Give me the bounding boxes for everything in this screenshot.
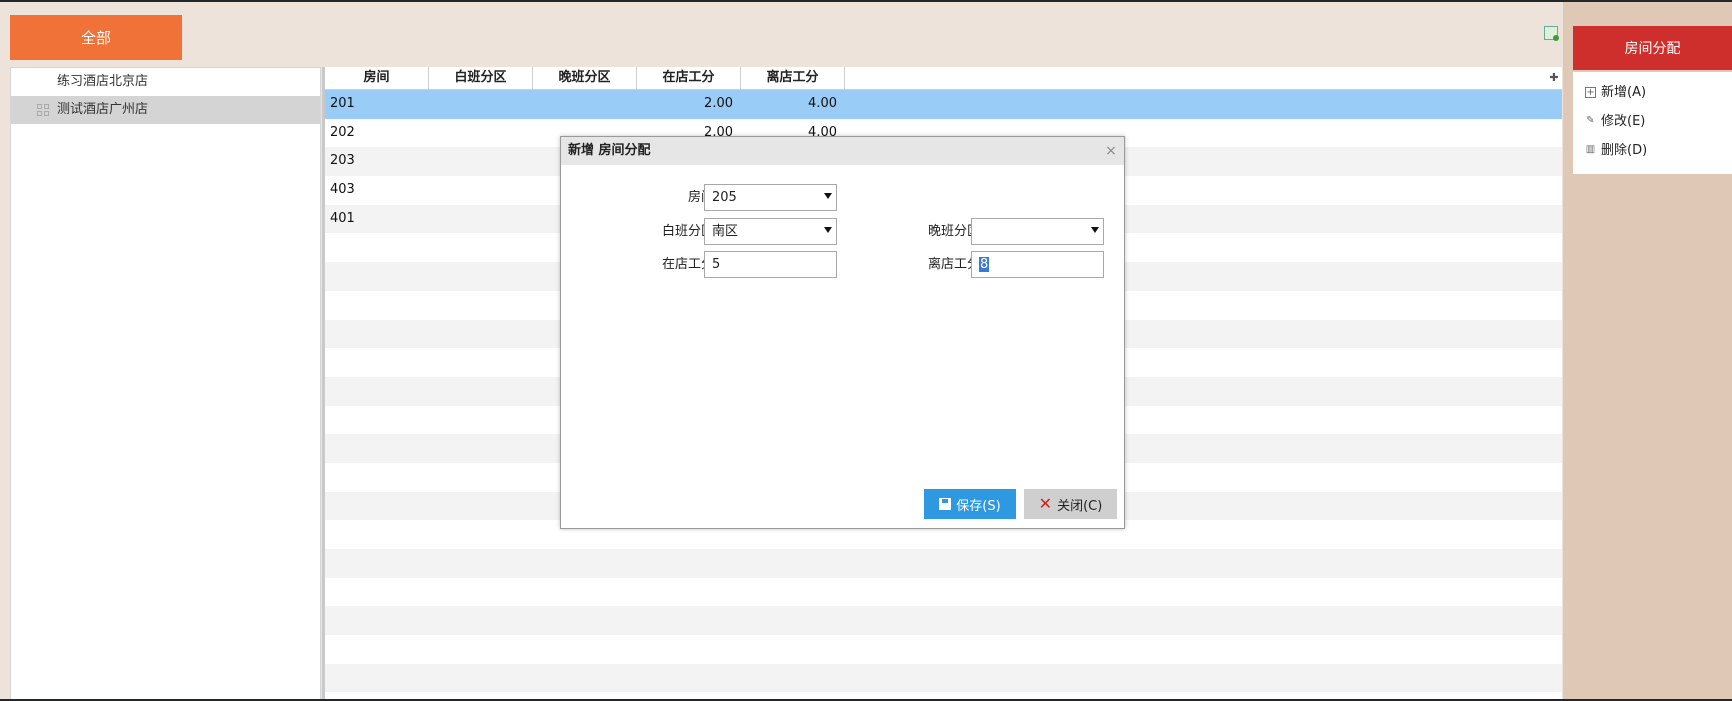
cell-room: 401 bbox=[330, 210, 355, 226]
trash-icon: ▥ bbox=[1585, 144, 1596, 155]
night-zone-select[interactable] bbox=[971, 218, 1104, 245]
close-x-icon: ✕ bbox=[1038, 494, 1053, 513]
col-header-in-score[interactable]: 在店工分 bbox=[637, 67, 741, 90]
menu-item-edit[interactable]: ✎ 修改(E) bbox=[1573, 107, 1732, 136]
cell-room: 203 bbox=[330, 153, 355, 169]
room-select[interactable]: 205 bbox=[704, 184, 837, 211]
tree-item-beijing[interactable]: 练习酒店北京店 bbox=[11, 68, 320, 96]
cell-room: 403 bbox=[330, 182, 355, 198]
dialog-title: 新增 房间分配 bbox=[568, 143, 651, 158]
in-score-input[interactable]: 5 bbox=[704, 251, 837, 278]
out-score-label: 离店工分 bbox=[927, 257, 980, 272]
save-button[interactable]: 保存(S) bbox=[924, 489, 1016, 519]
empty-row bbox=[325, 635, 1562, 664]
tree-item-guangzhou[interactable]: 测试酒店广州店 bbox=[11, 96, 320, 124]
room-assign-dialog: 新增 房间分配 × 房间 205 白班分区 南区 晚班分区 在店工分 5 离店工… bbox=[560, 136, 1125, 529]
col-header-out-score[interactable]: 离店工分 bbox=[741, 67, 845, 90]
col-header-day-zone[interactable]: 白班分区 bbox=[429, 67, 533, 90]
day-zone-select-value: 南区 bbox=[712, 224, 739, 239]
plus-icon[interactable]: ✚ bbox=[1548, 71, 1560, 85]
in-score-value: 5 bbox=[712, 257, 721, 272]
tree-item-label: 练习酒店北京店 bbox=[57, 74, 149, 89]
floppy-disk-icon bbox=[939, 498, 952, 510]
menu-item-label: 删除(D) bbox=[1601, 143, 1648, 158]
empty-row bbox=[325, 606, 1562, 636]
room-select-value: 205 bbox=[712, 190, 737, 205]
menu-item-delete[interactable]: ▥ 删除(D) bbox=[1573, 136, 1732, 165]
app-window: 全部 练习酒店北京店 测试酒店广州店 房间 白班分区 晚班分区 在店工分 离店工… bbox=[0, 2, 1732, 699]
empty-row bbox=[325, 663, 1562, 693]
room-label: 房间 bbox=[687, 190, 714, 205]
action-menu: + 新增(A) ✎ 修改(E) ▥ 删除(D) bbox=[1573, 72, 1732, 174]
empty-row bbox=[325, 549, 1562, 578]
chevron-down-icon bbox=[824, 227, 832, 233]
chevron-down-icon bbox=[1091, 227, 1099, 233]
right-panel: 房间分配 + 新增(A) ✎ 修改(E) ▥ 删除(D) bbox=[1563, 2, 1732, 699]
grid-header: 房间 白班分区 晚班分区 在店工分 离店工分 ✚ bbox=[325, 67, 1562, 90]
cell-room: 202 bbox=[330, 124, 355, 140]
menu-item-label: 新增(A) bbox=[1601, 85, 1647, 100]
all-button[interactable]: 全部 bbox=[10, 15, 182, 60]
grid-icon bbox=[37, 104, 49, 116]
close-button-label: 关闭(C) bbox=[1057, 498, 1103, 514]
menu-item-label: 修改(E) bbox=[1601, 114, 1646, 129]
out-score-input[interactable]: 8 bbox=[971, 251, 1104, 278]
close-button[interactable]: ✕ 关闭(C) bbox=[1024, 489, 1117, 519]
night-zone-label: 晚班分区 bbox=[927, 224, 980, 239]
col-header-night-zone[interactable]: 晚班分区 bbox=[533, 67, 637, 90]
cell-out-score: 4.00 bbox=[808, 96, 837, 111]
edit-icon: ✎ bbox=[1586, 115, 1595, 126]
save-button-label: 保存(S) bbox=[956, 498, 1001, 514]
menu-item-add[interactable]: + 新增(A) bbox=[1573, 78, 1732, 107]
cell-room: 201 bbox=[330, 96, 355, 111]
day-zone-label: 白班分区 bbox=[661, 224, 714, 239]
panel-title: 房间分配 bbox=[1573, 26, 1732, 70]
in-score-label: 在店工分 bbox=[661, 257, 714, 272]
hotel-tree: 练习酒店北京店 测试酒店广州店 bbox=[10, 67, 321, 699]
export-icon[interactable] bbox=[1544, 26, 1559, 41]
col-header-room[interactable]: 房间 bbox=[325, 67, 429, 90]
close-icon[interactable]: × bbox=[1104, 137, 1118, 165]
cell-in-score: 2.00 bbox=[704, 96, 733, 111]
tree-item-label: 测试酒店广州店 bbox=[57, 102, 149, 117]
day-zone-select[interactable]: 南区 bbox=[704, 218, 837, 245]
dialog-title-bar: 新增 房间分配 × bbox=[561, 137, 1124, 165]
add-icon: + bbox=[1585, 87, 1596, 98]
out-score-value: 8 bbox=[979, 257, 990, 272]
chevron-down-icon bbox=[824, 193, 832, 199]
empty-row bbox=[325, 578, 1562, 607]
table-row[interactable]: 201 2.00 4.00 bbox=[325, 90, 1562, 119]
